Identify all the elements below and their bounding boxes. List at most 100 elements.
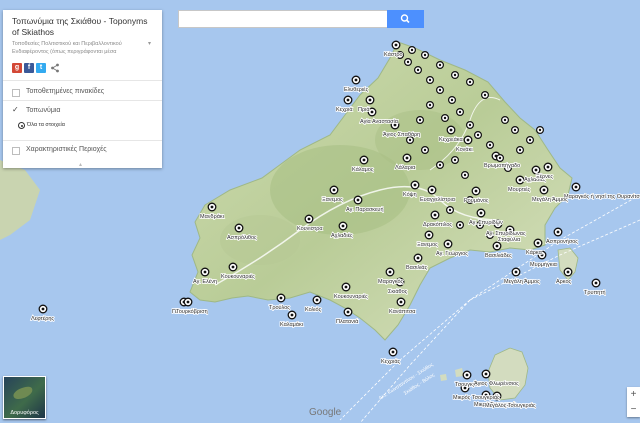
toponym-marker[interactable] <box>304 214 314 224</box>
toponym-marker[interactable] <box>341 282 351 292</box>
toponym-marker[interactable] <box>441 113 450 122</box>
toponym-marker[interactable] <box>359 155 369 165</box>
toponym-marker[interactable] <box>456 107 465 116</box>
checkmark-icon[interactable]: ✓ <box>12 105 19 114</box>
toponym-marker[interactable] <box>492 241 502 251</box>
toponym-marker[interactable] <box>535 125 544 134</box>
toponym-marker[interactable] <box>539 185 549 195</box>
toponym-marker[interactable] <box>486 141 495 150</box>
toponym-marker[interactable] <box>451 156 460 165</box>
chevron-down-icon[interactable]: ▾ <box>148 40 151 47</box>
small-island <box>440 374 447 381</box>
toponym-marker[interactable] <box>471 186 481 196</box>
toponym-marker[interactable] <box>481 90 490 99</box>
toponym-marker[interactable] <box>410 180 420 190</box>
toponym-marker[interactable] <box>200 267 210 277</box>
toponym-marker[interactable] <box>234 223 244 233</box>
toponym-marker[interactable] <box>413 253 423 263</box>
toponym-marker[interactable] <box>402 153 412 163</box>
search-button[interactable] <box>387 10 424 28</box>
toponym-marker[interactable] <box>436 85 445 94</box>
toponym-marker[interactable] <box>416 115 425 124</box>
toponym-marker[interactable] <box>414 65 423 74</box>
toponym-marker[interactable] <box>421 50 430 59</box>
toponym-label: Κεχριάς <box>381 358 401 365</box>
toponym-marker[interactable] <box>443 239 453 249</box>
toponym-marker[interactable] <box>446 125 456 135</box>
toponym-label: Ευαγγελίστρια <box>420 197 456 203</box>
toponym-marker[interactable] <box>543 162 553 172</box>
toponym-marker[interactable] <box>343 307 353 317</box>
toponym-marker[interactable] <box>365 95 375 105</box>
toponym-marker[interactable] <box>436 60 445 69</box>
toponym-marker[interactable] <box>563 267 573 277</box>
toponym-marker[interactable] <box>515 175 525 185</box>
toponym-marker[interactable] <box>446 206 455 215</box>
toponym-marker[interactable] <box>276 293 286 303</box>
toponym-marker[interactable] <box>466 77 475 86</box>
toponym-marker[interactable] <box>501 115 510 124</box>
search-input[interactable] <box>178 10 390 28</box>
share-icon[interactable] <box>50 63 60 73</box>
toponym-label: Τρούλος <box>269 304 290 311</box>
toponym-marker[interactable] <box>525 136 534 145</box>
facebook-icon[interactable]: f <box>24 63 34 73</box>
toponym-marker[interactable] <box>385 267 395 277</box>
toponym-marker[interactable] <box>421 146 430 155</box>
toponym-marker[interactable] <box>426 75 435 84</box>
toponym-marker[interactable] <box>462 370 472 380</box>
toponym-marker[interactable] <box>426 100 435 109</box>
layer-checkbox[interactable] <box>12 89 20 97</box>
divider <box>3 100 162 101</box>
layer-checkbox[interactable] <box>12 147 20 155</box>
toponym-marker[interactable] <box>461 171 470 180</box>
toponym-marker[interactable] <box>481 369 491 379</box>
twitter-icon[interactable]: t <box>36 63 46 73</box>
toponym-marker[interactable] <box>388 347 398 357</box>
layer-style-all-items[interactable]: Όλα τα στοιχεία <box>18 122 65 129</box>
toponym-marker[interactable] <box>511 125 520 134</box>
toponym-marker[interactable] <box>207 202 217 212</box>
toponym-marker[interactable] <box>343 95 353 105</box>
toponym-marker[interactable] <box>466 120 475 129</box>
toponym-marker[interactable] <box>391 40 401 50</box>
marker-icon <box>18 122 25 129</box>
toponym-marker[interactable] <box>448 95 457 104</box>
toponym-marker[interactable] <box>312 295 322 305</box>
toponym-label: Λάλαρια <box>395 164 416 171</box>
toponym-marker[interactable] <box>474 131 483 140</box>
toponym-marker[interactable] <box>338 221 348 231</box>
toponym-marker[interactable] <box>456 221 465 230</box>
toponym-label: Μυρμήγκια <box>530 261 558 268</box>
toponym-marker[interactable] <box>436 161 445 170</box>
toponym-marker[interactable] <box>496 154 505 163</box>
zoom-in-button[interactable]: + <box>627 387 640 402</box>
toponym-marker[interactable] <box>463 135 473 145</box>
toponym-marker[interactable] <box>476 208 486 218</box>
toponym-marker[interactable] <box>287 310 297 320</box>
toponym-marker[interactable] <box>329 185 339 195</box>
toponym-marker[interactable] <box>404 57 413 66</box>
toponym-marker[interactable] <box>38 304 48 314</box>
collapse-handle-icon[interactable]: ▴ <box>79 161 82 168</box>
toponym-marker[interactable] <box>427 185 437 195</box>
toponym-marker[interactable] <box>531 165 541 175</box>
toponym-marker[interactable] <box>571 182 581 192</box>
zoom-out-button[interactable]: − <box>627 402 640 417</box>
toponym-marker[interactable] <box>396 297 406 307</box>
toponym-marker[interactable] <box>553 227 563 237</box>
toponym-marker[interactable] <box>515 146 524 155</box>
toponym-marker[interactable] <box>451 70 460 79</box>
toponym-marker[interactable] <box>228 262 238 272</box>
toponym-marker[interactable] <box>408 45 417 54</box>
toponym-marker[interactable] <box>511 267 521 277</box>
toponym-marker[interactable] <box>430 210 440 220</box>
toponym-marker[interactable] <box>183 297 193 307</box>
toponym-marker[interactable] <box>351 75 361 85</box>
toponym-marker[interactable] <box>533 238 543 248</box>
toponym-marker[interactable] <box>591 278 601 288</box>
toponym-marker[interactable] <box>424 230 434 240</box>
satellite-toggle[interactable]: Δορυφόρος <box>3 376 46 419</box>
google-plus-icon[interactable]: g <box>12 63 22 73</box>
toponym-marker[interactable] <box>353 195 363 205</box>
